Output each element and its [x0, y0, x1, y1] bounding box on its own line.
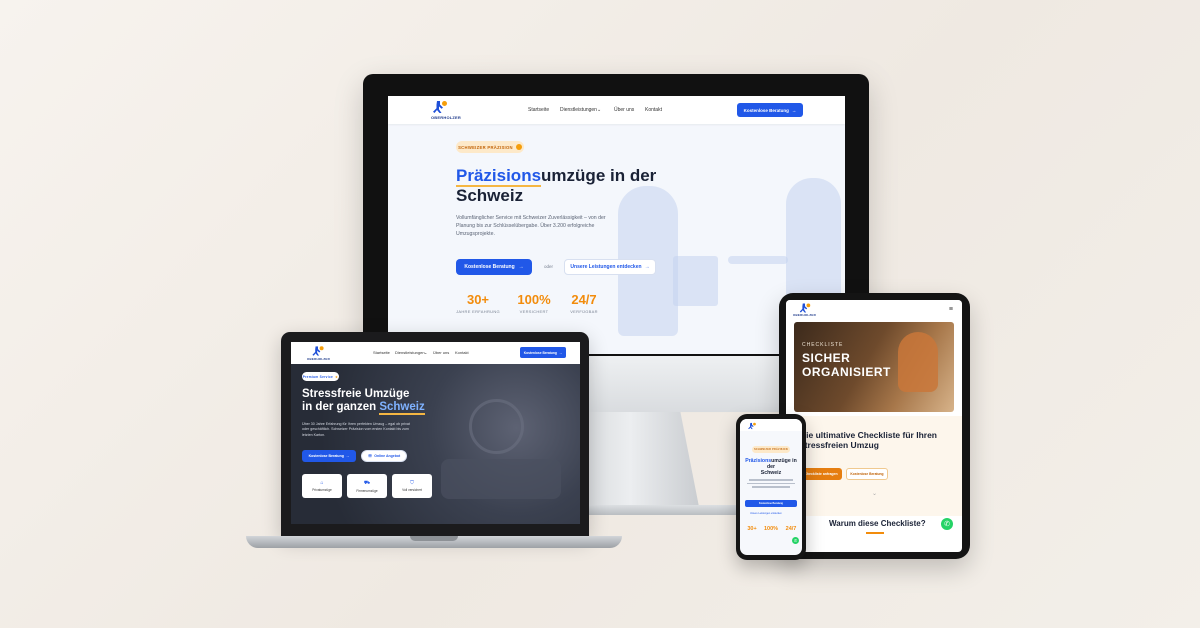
whatsapp-icon[interactable]: ✆	[941, 518, 953, 530]
tablet-website-screen: OBERHOLZER ≡ CHECKLISTE SICHER ORGANISIE…	[786, 300, 962, 552]
laptop-secondary-button[interactable]: ☏ Online Angebot	[361, 450, 407, 462]
checklist-button[interactable]: Checkliste anfragen	[800, 468, 842, 480]
logo-icon[interactable]	[312, 346, 324, 356]
stat-label: VERSICHERT	[519, 309, 549, 314]
service-card[interactable]: ⛟ Firmenumzüge	[347, 474, 387, 498]
nav-contact[interactable]: Kontakt	[645, 107, 662, 113]
arrow-right-icon: →	[345, 454, 350, 458]
star-icon: ★	[335, 374, 339, 379]
stat-value: 24/7	[571, 292, 597, 307]
stat-value: 24/7	[785, 526, 797, 532]
nav-cta-button[interactable]: Kostenlose Beratung →	[520, 347, 566, 358]
phone-secondary-link[interactable]: Unsere Leistungen entdecken	[750, 512, 782, 515]
moving-box	[673, 256, 718, 306]
service-card[interactable]: ⛉ Voll versichert	[392, 474, 432, 498]
chevron-down-icon[interactable]: ⌄	[424, 350, 427, 355]
hero-headline: Präzisionsumzüge in der Schweiz	[456, 166, 657, 205]
tablet-navbar: OBERHOLZER ≡	[786, 300, 962, 320]
hero-subtext: Vollumfänglicher Service mit Schweizer Z…	[456, 215, 606, 237]
arrow-right-icon: →	[644, 264, 650, 270]
desktop-website-screen: OBERHOLZER Startseite Dienstleistungen ⌄…	[388, 96, 845, 354]
chevron-down-icon[interactable]: ⌄	[872, 490, 877, 497]
hero-secondary-button[interactable]: Unsere Leistungen entdecken →	[564, 259, 656, 275]
phone-icon: ☏	[367, 454, 373, 458]
service-card[interactable]: ⌂ Privatumzüge	[302, 474, 342, 498]
nav-services[interactable]: Dienstleistungen	[560, 107, 597, 113]
phone-headline: Präzisionsumzüge in der Schweiz	[745, 458, 797, 476]
laptop-navbar: OBERHOLZER Startseite Dienstleistungen ⌄…	[291, 342, 580, 364]
nav-home[interactable]: Startseite	[528, 107, 549, 113]
truck-icon: ⛟	[363, 479, 371, 486]
why-checklist-title: Warum diese Checkliste?	[829, 519, 926, 528]
title-underline	[866, 532, 884, 534]
arrow-right-icon: →	[791, 107, 797, 113]
stat-label: VERFÜGBAR	[570, 309, 598, 314]
stat-value: 100%	[517, 292, 551, 307]
chair-silhouette	[728, 256, 788, 264]
logo-icon[interactable]	[799, 303, 811, 313]
consult-button[interactable]: Kostenlose Beratung	[846, 468, 888, 480]
phone-navbar	[740, 419, 802, 431]
image-caption: SICHER	[802, 351, 851, 365]
hamburger-menu-icon[interactable]: ≡	[949, 306, 953, 313]
logo-icon[interactable]	[433, 101, 447, 113]
phone-website-screen: SCHWEIZER PRÄZISION Präzisionsumzüge in …	[740, 419, 802, 555]
logo-text: OBERHOLZER	[793, 313, 816, 317]
chevron-down-icon[interactable]: ⌄	[597, 107, 601, 113]
phone-badge: SCHWEIZER PRÄZISION	[752, 446, 790, 453]
home-icon: ⌂	[320, 480, 324, 486]
nav-about[interactable]: Über uns	[433, 350, 449, 355]
sofa-decor	[441, 459, 561, 499]
premium-badge: Premium Service ★	[302, 372, 339, 381]
whatsapp-icon[interactable]: ✆	[792, 537, 799, 544]
nav-contact[interactable]: Kontakt	[455, 350, 469, 355]
laptop-notch	[410, 536, 458, 541]
logo-icon[interactable]	[748, 422, 756, 430]
arrow-right-icon: →	[558, 350, 563, 355]
nav-services[interactable]: Dienstleistungen	[395, 350, 425, 355]
image-caption: ORGANISIERT	[802, 365, 891, 379]
desktop-navbar: OBERHOLZER Startseite Dienstleistungen ⌄…	[388, 96, 845, 124]
nav-cta-button[interactable]: Kostenlose Beratung →	[737, 103, 803, 117]
arrow-right-icon: →	[518, 264, 524, 270]
tablet-headline: Die ultimative Checkliste für Ihren stre…	[800, 430, 937, 450]
shield-icon: ⛉	[410, 480, 414, 486]
stat-value: 100%	[763, 526, 779, 532]
hero-primary-button[interactable]: Kostenlose Beratung →	[456, 259, 532, 275]
round-mirror-decor	[469, 399, 524, 454]
laptop-subtext: Über 30 Jahre Erfahrung für Ihren perfek…	[302, 422, 410, 437]
stat-value: 30+	[466, 292, 490, 307]
phone-primary-button[interactable]: Kostenlose Beratung	[745, 500, 797, 507]
laptop-website-screen: OBERHOLZER Startseite Dienstleistungen ⌄…	[291, 342, 580, 524]
woman-figure	[898, 332, 938, 392]
laptop-headline: Stressfreie Umzüge in der ganzen Schweiz	[302, 388, 425, 416]
laptop-primary-button[interactable]: Kostenlose Beratung →	[302, 450, 356, 462]
stat-label: JAHRE ERFAHRUNG	[456, 309, 500, 314]
phone-subtext-lines	[746, 477, 796, 493]
badge-dot-icon	[515, 144, 522, 150]
hero-badge: SCHWEIZER PRÄZISION	[456, 141, 524, 153]
checklist-hero-image: CHECKLISTE SICHER ORGANISIERT	[794, 322, 954, 412]
or-text: oder	[544, 264, 554, 269]
logo-text: OBERHOLZER	[307, 357, 330, 361]
logo-text: OBERHOLZER	[431, 115, 461, 120]
nav-home[interactable]: Startseite	[373, 350, 390, 355]
nav-about[interactable]: Über uns	[614, 107, 634, 113]
image-caption: CHECKLISTE	[802, 342, 844, 348]
stat-value: 30+	[747, 526, 757, 532]
